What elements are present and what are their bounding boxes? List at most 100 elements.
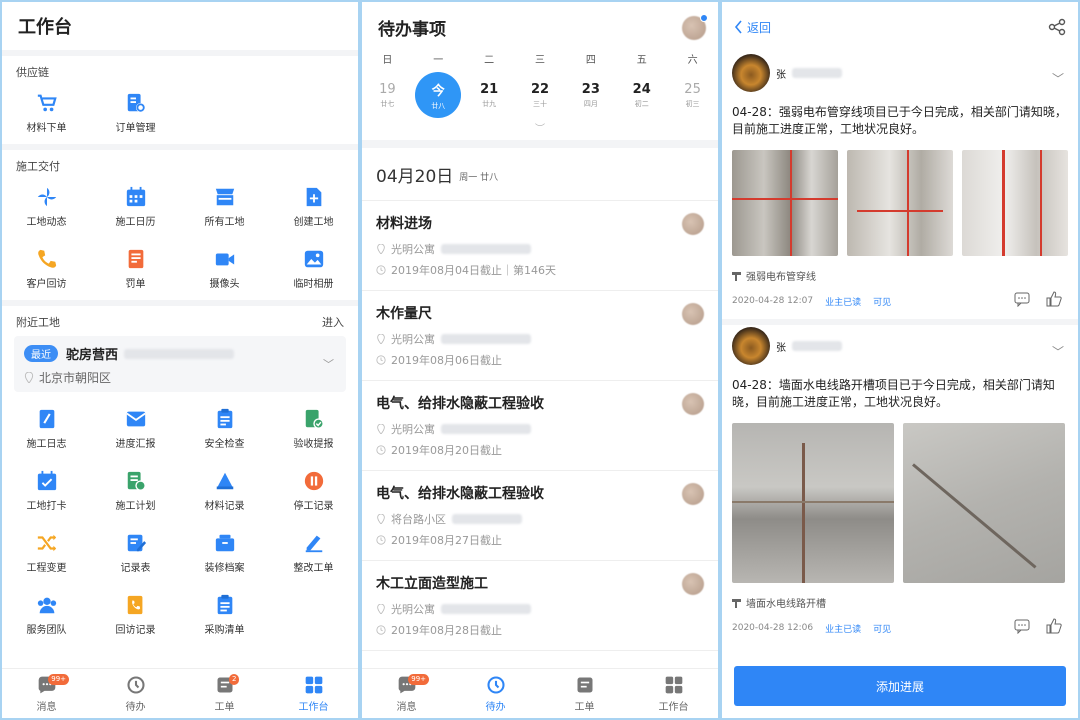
site-photo[interactable] (847, 150, 953, 256)
calendar-day[interactable]: 24 初二 (616, 70, 667, 120)
tab-messages[interactable]: 99+ 消息 (2, 669, 91, 718)
avatar[interactable] (732, 327, 770, 365)
grid-item-rectification-order[interactable]: 整改工单 (269, 522, 358, 584)
clock-icon (376, 355, 386, 365)
read-status[interactable]: 业主已读 (825, 295, 861, 308)
read-status[interactable]: 业主已读 (825, 622, 861, 635)
calendar-day[interactable]: 25 初三 (667, 70, 718, 120)
expand-calendar-icon[interactable]: ︶ (362, 120, 718, 140)
post-text: 04-28：墙面水电线路开槽项目已于今日完成，相关部门请知晓，目前施工进度正常，… (732, 378, 1055, 409)
enter-link[interactable]: 进入 (322, 314, 344, 332)
shuffle-icon (36, 532, 58, 554)
thumbs-up-icon[interactable] (1046, 291, 1062, 307)
grid-item-construction-log[interactable]: 施工日志 (2, 398, 91, 460)
chevron-down-icon[interactable]: ﹀ (323, 356, 334, 372)
grid-item-purchase-list[interactable]: 采购清单 (180, 584, 269, 646)
comment-icon[interactable] (1014, 618, 1030, 634)
site-photo[interactable] (732, 423, 894, 583)
site-photo[interactable] (732, 150, 838, 256)
calendar-day[interactable]: 19 廿七 (362, 70, 413, 120)
video-icon (214, 248, 236, 270)
post-time: 2020-04-28 12:07 (732, 296, 814, 306)
calendar-day-today[interactable]: 今廿八 (413, 70, 464, 120)
grid-item-progress-report[interactable]: 进度汇报 (91, 398, 180, 460)
grid-item-site-feed[interactable]: 工地动态 (2, 176, 91, 238)
grid-item-revisit-record[interactable]: 回访记录 (91, 584, 180, 646)
avatar[interactable] (732, 54, 770, 92)
ticket-icon (125, 248, 147, 270)
bottom-tab-bar: 99+ 消息 待办 2 工单 工作台 (2, 668, 358, 718)
log-icon (36, 408, 58, 430)
clock-icon (376, 625, 386, 635)
work-order-badge: 2 (228, 674, 240, 685)
grid-item-material-order[interactable]: 材料下单 (2, 82, 91, 144)
site-photo[interactable] (903, 423, 1065, 583)
section-title-construction: 施工交付 (16, 160, 60, 173)
grid-item-safety-check[interactable]: 安全检查 (180, 398, 269, 460)
add-progress-button[interactable]: 添加进展 (734, 666, 1066, 706)
todo-panel: 待办事项 日 一 二 三 四 五 六 19 廿七 今廿八 21 廿九 22 三十 23… (362, 2, 718, 718)
todo-item[interactable]: 木作量尺 光明公寓 2019年08月06日截止 (362, 291, 718, 381)
tab-messages[interactable]: 99+ 消息 (362, 669, 451, 718)
grid-item-change-order[interactable]: 工程变更 (2, 522, 91, 584)
comment-icon[interactable] (1014, 291, 1030, 307)
chevron-down-icon[interactable]: ﹀ (1052, 70, 1064, 87)
grid-item-decoration-archive[interactable]: 装修档案 (180, 522, 269, 584)
todo-item[interactable]: 电气、给排水隐蔽工程验收 光明公寓 2019年08月20日截止 (362, 381, 718, 471)
clock-icon (376, 265, 386, 275)
grid-item-stop-record[interactable]: 停工记录 (269, 460, 358, 522)
calendar-day[interactable]: 23 四月 (565, 70, 616, 120)
grid-item-acceptance-report[interactable]: 验收提报 (269, 398, 358, 460)
avatar (682, 303, 704, 325)
grid-item-construction-calendar[interactable]: 施工日历 (91, 176, 180, 238)
grid-item-site-checkin[interactable]: 工地打卡 (2, 460, 91, 522)
progress-post: 张 ﹀ 04-28：强弱电布管穿线项目已于今日完成，相关部门请知晓，目前施工进度… (722, 52, 1078, 309)
grid-item-temp-album[interactable]: 临时相册 (269, 238, 358, 300)
tab-workbench[interactable]: 工作台 (269, 669, 358, 718)
todo-item[interactable]: 电气、给排水隐蔽工程验收 将台路小区 2019年08月27日截止 (362, 471, 718, 561)
nearby-site-card[interactable]: 最近 驼房营西 北京市朝阳区 ﹀ (14, 336, 346, 392)
grid-item-service-team[interactable]: 服务团队 (2, 584, 91, 646)
thumbs-up-icon[interactable] (1046, 618, 1062, 634)
weekday-row: 日 一 二 三 四 五 六 (382, 55, 698, 66)
clock-icon (486, 675, 505, 694)
post-text: 04-28：强弱电布管穿线项目已于今日完成，相关部门请知晓，目前施工进度正常，工… (732, 105, 1067, 136)
tab-todo[interactable]: 待办 (451, 669, 540, 718)
phone-record-icon (125, 594, 147, 616)
grid-item-material-record[interactable]: 材料记录 (180, 460, 269, 522)
pinwheel-icon (36, 186, 58, 208)
selected-date: 04月20日 周一 廿八 (376, 166, 499, 187)
grid-item-ticket[interactable]: 罚单 (91, 238, 180, 300)
visibility[interactable]: 可见 (873, 295, 891, 308)
visibility[interactable]: 可见 (873, 622, 891, 635)
tab-workbench[interactable]: 工作台 (629, 669, 718, 718)
phone-icon (36, 248, 58, 270)
location-icon (377, 604, 385, 614)
tab-work-orders[interactable]: 2 工单 (180, 669, 269, 718)
store-icon (214, 186, 236, 208)
grid-item-create-site[interactable]: 创建工地 (269, 176, 358, 238)
grid-item-construction-plan[interactable]: 施工计划 (91, 460, 180, 522)
grid-item-camera[interactable]: 摄像头 (180, 238, 269, 300)
workbench-panel: 工作台 供应链 材料下单 订单管理 施工交付 工地动态 施工日历 所有工地 创建… (2, 2, 358, 718)
clock-icon (126, 675, 145, 694)
tab-todo[interactable]: 待办 (91, 669, 180, 718)
back-button[interactable]: 返回 (734, 19, 771, 36)
calendar-day[interactable]: 21 廿九 (464, 70, 515, 120)
photo-caption: 墙面水电线路开槽 (732, 595, 1068, 610)
pause-icon (303, 470, 325, 492)
todo-item[interactable]: 材料进场 光明公寓 2019年08月04日截止｜第146天 (362, 201, 718, 291)
avatar (682, 483, 704, 505)
avatar (682, 573, 704, 595)
grid-item-record-sheet[interactable]: 记录表 (91, 522, 180, 584)
share-icon[interactable] (1048, 18, 1066, 36)
chevron-down-icon[interactable]: ﹀ (1052, 343, 1064, 360)
tab-work-orders[interactable]: 工单 (540, 669, 629, 718)
grid-item-order-management[interactable]: 订单管理 (91, 82, 180, 144)
todo-item[interactable]: 木工立面造型施工 光明公寓 2019年08月28日截止 (362, 561, 718, 651)
location-icon (377, 424, 385, 434)
grid-item-customer-revisit[interactable]: 客户回访 (2, 238, 91, 300)
grid-item-all-sites[interactable]: 所有工地 (180, 176, 269, 238)
site-photo[interactable] (962, 150, 1068, 256)
calendar-day[interactable]: 22 三十 (515, 70, 566, 120)
